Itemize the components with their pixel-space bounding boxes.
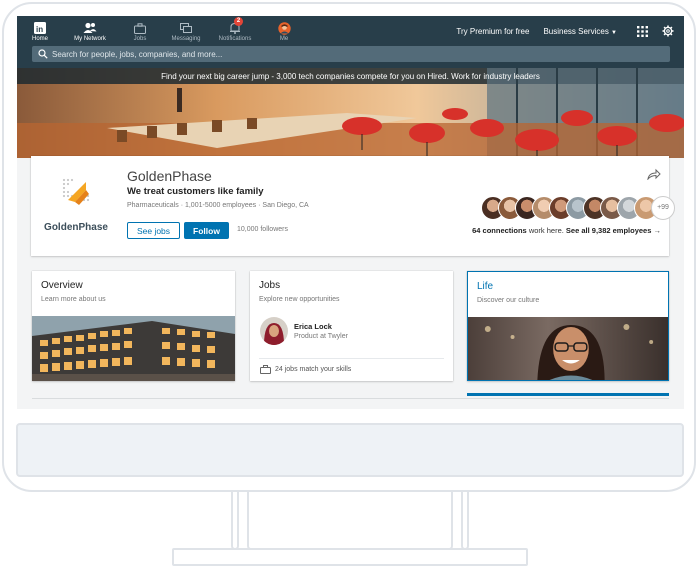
search-icon: [38, 49, 48, 59]
nav-my-network-label: My Network: [74, 36, 106, 42]
jobs-title: Jobs: [259, 280, 281, 291]
caret-down-icon: ▼: [611, 29, 617, 36]
followers-count: 10,000 followers: [237, 226, 288, 233]
employee-role: Product at Twyler: [294, 333, 348, 340]
jobs-match[interactable]: 24 jobs match your skills: [260, 365, 351, 374]
apps-grid-icon[interactable]: [637, 25, 648, 37]
logo-wordmark: GoldenPhase: [44, 222, 108, 233]
monitor-stand-left: [231, 492, 239, 550]
search-input[interactable]: [52, 46, 652, 62]
company-name: GoldenPhase: [127, 168, 212, 184]
messaging-icon: [180, 22, 192, 33]
monitor-stand-right: [461, 492, 469, 550]
nav-my-network[interactable]: My Network: [63, 16, 117, 44]
banner-ad-text[interactable]: Find your next big career jump - 3,000 t…: [17, 72, 684, 81]
business-services-label: Business Services: [543, 26, 609, 36]
section-divider: [32, 398, 669, 399]
employee-photo: [260, 317, 288, 345]
life-title: Life: [477, 281, 494, 292]
notification-badge: 2: [234, 17, 243, 26]
settings-gear-icon[interactable]: [662, 25, 674, 37]
life-card[interactable]: Life Discover our culture: [467, 271, 669, 381]
share-icon[interactable]: [647, 168, 661, 180]
linkedin-logo-icon: in: [34, 22, 46, 34]
briefcase-icon: [134, 22, 146, 34]
overview-subtitle: Learn more about us: [41, 296, 106, 303]
nav-home[interactable]: in Home: [17, 16, 63, 44]
nav-me-label: Me: [279, 36, 289, 42]
nav-messaging[interactable]: Messaging: [163, 16, 209, 44]
employee-culture-photo: [468, 317, 668, 380]
nav-notifications-label: Notifications: [218, 36, 252, 42]
life-subtitle: Discover our culture: [477, 297, 540, 304]
overview-card[interactable]: Overview Learn more about us: [32, 271, 235, 381]
jobs-subtitle: Explore new opportunities: [259, 296, 340, 303]
jobs-card[interactable]: Jobs Explore new opportunities Erica Loc…: [250, 271, 453, 381]
more-employees-badge[interactable]: +99: [651, 196, 675, 220]
see-all-employees-link[interactable]: See all 9,382 employees: [566, 226, 651, 235]
monitor-base: [172, 548, 528, 566]
company-tagline: We treat customers like family: [127, 186, 264, 197]
primary-nav: in Home My Network Jobs Messaging 2 Noti…: [17, 16, 307, 44]
arrow-right-icon: →: [653, 226, 662, 235]
see-jobs-button[interactable]: See jobs: [127, 222, 180, 239]
search-bar[interactable]: [32, 46, 670, 62]
right-nav: Try Premium for free Business Services ▼: [456, 25, 674, 37]
cover-banner: Find your next big career jump - 3,000 t…: [17, 68, 684, 158]
monitor-stand-middle: [247, 492, 453, 550]
business-services-menu[interactable]: Business Services ▼: [543, 27, 617, 36]
screen: in Home My Network Jobs Messaging 2 Noti…: [17, 16, 684, 409]
overview-title: Overview: [41, 280, 83, 291]
employee-name: Erica Lock: [294, 322, 332, 331]
network-icon: [83, 22, 97, 33]
top-navbar: in Home My Network Jobs Messaging 2 Noti…: [17, 16, 684, 68]
company-logo: GoldenPhase: [41, 170, 111, 240]
svg-text:in: in: [36, 25, 43, 34]
company-meta: Pharmaceuticals · 1,001-5000 employees ·…: [127, 202, 309, 209]
try-premium-link[interactable]: Try Premium for free: [456, 27, 529, 36]
company-profile-card: GoldenPhase GoldenPhase We treat custome…: [31, 156, 675, 256]
office-photo: [17, 68, 684, 158]
follow-button[interactable]: Follow: [184, 222, 229, 239]
avatar-icon: [277, 21, 291, 35]
nav-notifications[interactable]: 2 Notifications: [209, 16, 261, 44]
connections-text: work here.: [526, 226, 566, 235]
briefcase-icon: [260, 365, 271, 374]
divider: [259, 358, 444, 359]
nav-messaging-label: Messaging: [171, 36, 201, 42]
connections-count[interactable]: 64 connections: [472, 226, 527, 235]
jobs-match-text: 24 jobs match your skills: [275, 366, 352, 373]
active-card-indicator: [467, 393, 669, 396]
connections-summary: 64 connections work here. See all 9,382 …: [472, 226, 661, 235]
nav-home-label: Home: [31, 36, 48, 42]
office-building-photo: [32, 316, 235, 381]
nav-me[interactable]: Me: [261, 16, 307, 44]
monitor-chin: [16, 423, 684, 477]
goldenphase-logo-icon: [62, 178, 90, 205]
nav-jobs[interactable]: Jobs: [117, 16, 163, 44]
nav-jobs-label: Jobs: [133, 36, 147, 42]
